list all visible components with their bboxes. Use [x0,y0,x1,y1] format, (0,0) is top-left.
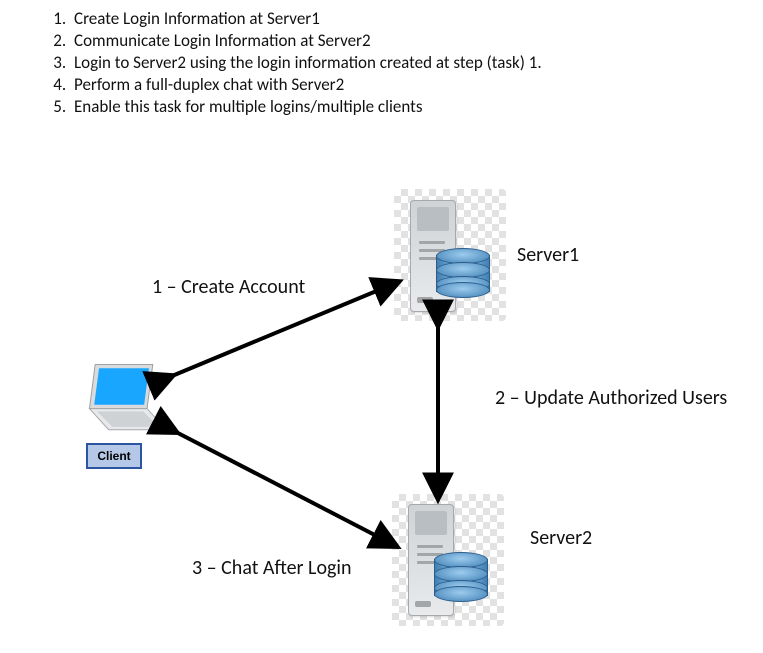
step-4: Perform a full-duplex chat with Server2 [70,74,542,96]
edge3-label: 3 – Chat After Login [192,556,352,580]
step-5: Enable this task for multiple logins/mul… [70,96,542,118]
client-label: Client [86,443,142,469]
step-3: Login to Server2 using the login informa… [70,52,542,74]
laptop-icon [76,360,172,438]
server1-label: Server1 [517,243,579,267]
server2-label: Server2 [530,526,592,550]
step-2: Communicate Login Information at Server2 [70,30,542,52]
edge1-label: 1 – Create Account [152,275,305,299]
task-steps: Create Login Information at Server1 Comm… [46,8,542,118]
edge2-label: 2 – Update Authorized Users [495,386,727,410]
step-1: Create Login Information at Server1 [70,8,542,30]
